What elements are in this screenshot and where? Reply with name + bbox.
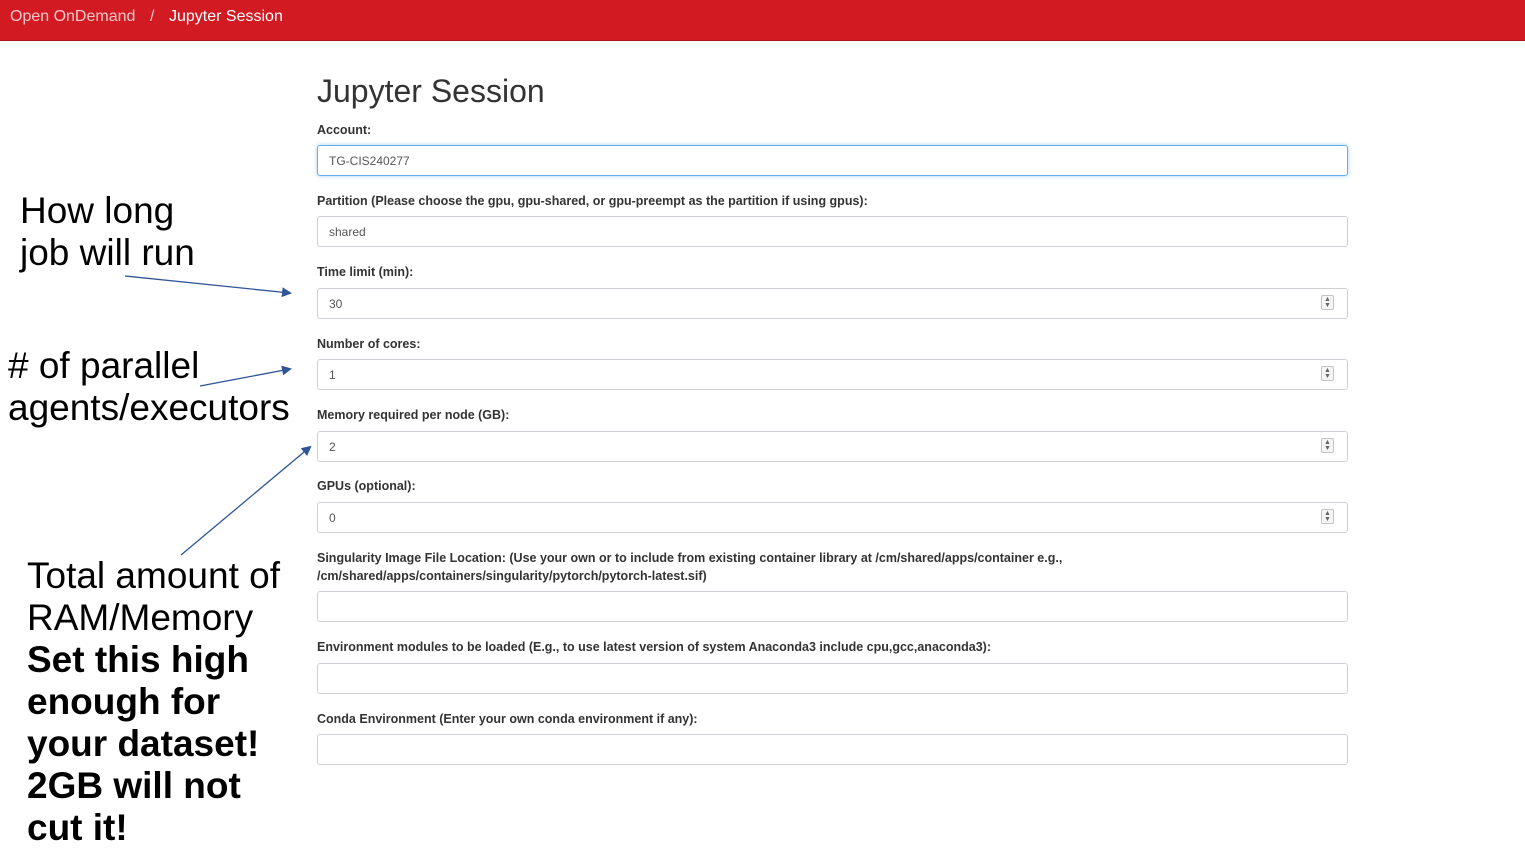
annotation-arrows — [124, 275, 312, 556]
cores-arrow-icon — [199, 365, 292, 387]
memory-arrow-icon — [180, 445, 312, 556]
time-arrow-icon — [124, 275, 292, 298]
